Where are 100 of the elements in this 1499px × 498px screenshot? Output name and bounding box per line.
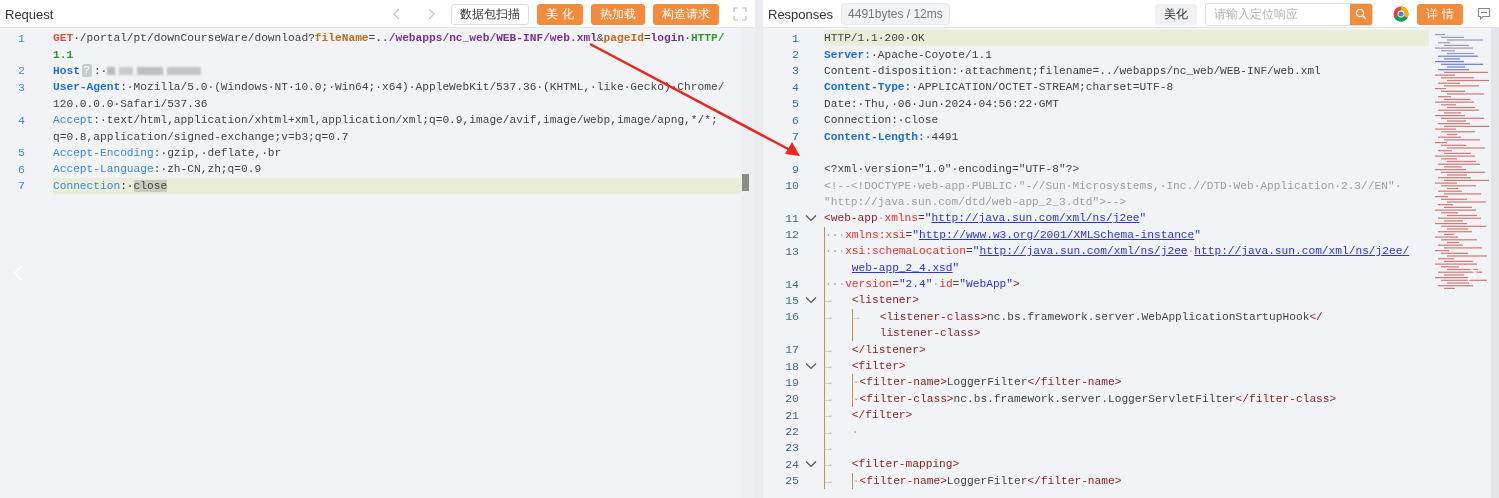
code-text: :·gzip,·deflate,·br (153, 146, 282, 159)
xml-tag: <filter-mapping> (851, 458, 960, 471)
selected-text: close (133, 179, 168, 192)
header-name: Accept-Encoding (53, 146, 154, 159)
panel-title: Request (5, 6, 54, 22)
code-text: Content-disposition:·attachment;filename=../webapps/nc_web/WEB-INF/web.xml (824, 64, 1321, 77)
fold-chevron-icon[interactable] (804, 362, 817, 370)
whitespace-mark: · (1187, 245, 1195, 258)
code-text: nc.bs.framework.server.WebApplicationStartupHook (987, 310, 1310, 323)
attribute-name: id (939, 278, 953, 291)
link[interactable]: http://java.sun.com/xml/ns/j2ee (979, 245, 1188, 258)
line-number: 13 (785, 244, 799, 258)
link[interactable]: http://www.w3.org/2001/XMLSchema-instance (919, 228, 1195, 241)
code-text: ·4491 (924, 130, 959, 143)
attribute-name: xmlns:xsi (845, 228, 906, 241)
line-number: 7 (792, 130, 799, 144)
xml-tag: <listener> (851, 294, 919, 307)
code-text: LoggerFilter (946, 376, 1028, 389)
line-number: 14 (785, 277, 799, 291)
string-text: " (924, 212, 932, 225)
line-number: 21 (785, 408, 799, 422)
size-time-badge: 4491bytes / 12ms (841, 3, 950, 25)
comment-text: <!--<!DOCTYPE·web-app·PUBLIC·"-//Sun·Microsystems,·Inc.//DTD·Web·Application·2.3//EN"· (824, 179, 1402, 192)
scrollbar-thumb[interactable] (742, 174, 749, 191)
header-name: User-Agent (53, 81, 121, 94)
string-text: " (972, 245, 980, 258)
header-name: Accept (53, 114, 94, 127)
link[interactable]: http://java.sun.com/xml/ns/j2ee/ (1194, 245, 1410, 258)
param-name: fileName (314, 32, 369, 45)
code-text: HTTP/1.1·200·OK (824, 32, 925, 45)
string-text: "2.4" (898, 278, 933, 291)
code-text: ·APPLICATION/OCTET-STREAM;charset=UTF-8 (911, 81, 1174, 94)
line-number: 7 (18, 179, 25, 193)
attribute-name: xmlns (884, 212, 918, 225)
fold-chevron-icon[interactable] (804, 296, 817, 305)
whitespace-mark: ··· (825, 245, 846, 258)
xml-tag: </filter> (851, 409, 913, 422)
code-text: :· (120, 179, 134, 192)
line-number: 17 (785, 343, 799, 357)
tab-mark: → (825, 294, 833, 307)
tab-mark: → (825, 474, 833, 487)
line-number: 3 (792, 64, 799, 78)
toolbar-button[interactable]: 数据包扫描 (451, 3, 530, 25)
xml-tag: <filter> (851, 360, 906, 372)
header-name: Server: (824, 48, 871, 61)
header-name: Content-Type: (824, 81, 912, 94)
attribute-name: version (845, 278, 893, 291)
tab-mark: → (825, 343, 833, 356)
line-number: 20 (785, 392, 799, 406)
line-number: 25 (785, 474, 799, 488)
header-name: Accept-Language (53, 163, 154, 176)
line-number: 5 (792, 97, 799, 111)
line-number: 2 (792, 48, 799, 62)
code-text: · (684, 32, 691, 45)
comment-icon[interactable] (1477, 7, 1491, 21)
protocol-text: HTTP/ (690, 32, 725, 45)
code-text: & (596, 32, 604, 45)
fold-chevron-icon[interactable] (804, 214, 817, 223)
tab-mark: → (825, 409, 833, 422)
string-text: " (952, 261, 960, 274)
search-button[interactable] (1350, 3, 1373, 25)
xml-tag: </listener> (851, 343, 926, 356)
protocol-text: 1.1 (53, 48, 74, 61)
link[interactable]: http://java.sun.com/xml/ns/j2ee (931, 212, 1140, 225)
line-number: 1 (18, 31, 25, 45)
attribute-name: xsi:schemaLocation (845, 245, 966, 258)
tab-mark: → (825, 441, 833, 454)
string-text: " (1139, 212, 1147, 225)
code-text: = (952, 278, 960, 291)
code-text: = (643, 32, 651, 45)
code-text: = (905, 228, 913, 241)
whitespace-mark: ··· (825, 228, 846, 241)
line-number: 9 (792, 162, 799, 176)
line-number: 3 (18, 80, 25, 94)
xml-tag: <filter-class> (859, 392, 954, 405)
fold-chevron-icon[interactable] (804, 460, 817, 469)
line-number: 12 (785, 228, 799, 242)
xml-tag: <filter-name> (859, 474, 947, 487)
header-name: Host (53, 64, 80, 77)
line-number: 6 (792, 113, 799, 127)
line-number: 5 (18, 146, 25, 160)
panel-title: Responses (768, 6, 834, 22)
scrollbar-track[interactable] (1491, 28, 1499, 498)
xml-tag: </filter-class> (1235, 392, 1337, 405)
browser-icon[interactable] (1393, 6, 1410, 22)
search-field[interactable]: 请输入定位响应 (1205, 2, 1374, 26)
whitespace-mark: · (852, 376, 860, 389)
line-number: 2 (18, 64, 25, 78)
xml-tag: </filter-name> (1027, 376, 1122, 389)
code-text: = (966, 245, 973, 258)
header-name: Connection (53, 179, 121, 192)
header-name: Content-Length: (824, 130, 925, 143)
code-text: Connection:·close (824, 114, 939, 127)
tab-mark: → (825, 360, 833, 372)
param-value: ../webapps/nc_web/WEB-INF/web.xml (375, 32, 597, 45)
beautify-button[interactable]: 美化 (1155, 3, 1198, 25)
link[interactable]: web-app_2_4.xsd (851, 261, 953, 274)
expand-icon[interactable] (733, 7, 747, 21)
code-text: = (368, 32, 376, 45)
line-number: 4 (792, 80, 799, 94)
